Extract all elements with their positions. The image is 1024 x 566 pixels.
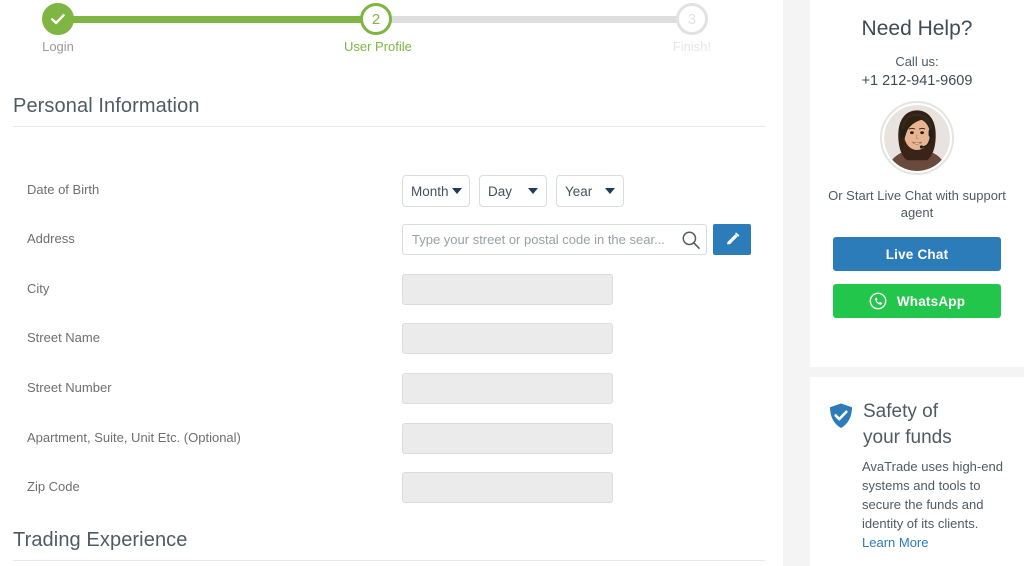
layout-gutter <box>783 0 810 566</box>
whatsapp-button-label: WhatsApp <box>896 293 966 309</box>
section-divider <box>13 560 765 561</box>
date-of-birth-label: Date of Birth <box>27 182 100 197</box>
safety-title: Safety of your funds <box>863 399 952 451</box>
section-personal-information: Personal Information <box>13 95 765 127</box>
stepper-track-completed <box>58 16 376 23</box>
month-select-value: Month <box>411 183 449 199</box>
stepper-step-login-label: Login <box>42 39 74 54</box>
form-row-city: City <box>0 274 783 305</box>
avatar <box>880 101 954 175</box>
page-title: Personal Information <box>13 95 200 117</box>
support-agent-photo <box>884 105 950 171</box>
live-chat-prompt: Or Start Live Chat with support agent <box>828 188 1006 220</box>
signup-page: Login 2 User Profile 3 Finish! Personal … <box>0 0 1024 566</box>
form-row-street-name: Street Name <box>0 323 783 354</box>
chevron-down-icon <box>605 188 615 194</box>
apartment-label: Apartment, Suite, Unit Etc. (Optional) <box>27 430 241 445</box>
stepper-step-finish-bubble: 3 <box>676 3 708 35</box>
sidebar: Need Help? Call us: +1 212-941-9609 Or S… <box>810 0 1024 566</box>
address-search-placeholder: Type your street or postal code in the s… <box>412 232 665 247</box>
safety-title-line1: Safety of <box>863 401 938 422</box>
check-icon <box>51 14 65 25</box>
apartment-controls <box>402 423 613 454</box>
form-row-street-number: Street Number <box>0 373 783 404</box>
zip-code-label: Zip Code <box>27 479 80 494</box>
stepper-step-user-profile-bubble: 2 <box>360 3 392 35</box>
safety-header: Safety of your funds <box>810 377 1024 451</box>
main-content: Login 2 User Profile 3 Finish! Personal … <box>0 0 783 566</box>
chevron-down-icon <box>528 188 538 194</box>
street-number-controls <box>402 373 613 404</box>
address-label: Address <box>27 231 75 246</box>
trading-experience-title: Trading Experience <box>13 529 188 551</box>
support-phone-number[interactable]: +1 212-941-9609 <box>810 73 1024 89</box>
safety-title-line2: your funds <box>863 427 952 448</box>
stepper-step-login-bubble <box>42 3 74 35</box>
form-row-apartment: Apartment, Suite, Unit Etc. (Optional) <box>0 423 783 454</box>
need-help-title: Need Help? <box>861 17 973 40</box>
zip-code-controls <box>402 472 613 503</box>
street-number-label: Street Number <box>27 380 112 395</box>
apartment-input[interactable] <box>402 423 613 454</box>
search-icon[interactable] <box>681 230 701 255</box>
address-controls: Type your street or postal code in the s… <box>402 224 751 255</box>
live-chat-button-label: Live Chat <box>885 246 949 262</box>
street-name-label: Street Name <box>27 330 100 345</box>
section-divider <box>13 126 765 127</box>
form-row-date-of-birth: Date of Birth Month Day Year <box>0 175 783 207</box>
city-controls <box>402 274 613 305</box>
progress-stepper: Login 2 User Profile 3 Finish! <box>0 0 783 62</box>
learn-more-link[interactable]: Learn More <box>862 535 928 550</box>
whatsapp-icon <box>869 292 887 310</box>
year-select-value: Year <box>565 183 593 199</box>
stepper-step-finish-label: Finish! <box>672 39 712 54</box>
city-input[interactable] <box>402 274 613 305</box>
stepper-step-user-profile[interactable]: 2 User Profile <box>344 0 412 54</box>
safety-body-text: AvaTrade uses high-end systems and tools… <box>862 459 1003 531</box>
stepper-step-user-profile-label: User Profile <box>344 39 412 54</box>
address-search-input[interactable]: Type your street or postal code in the s… <box>402 224 707 255</box>
street-name-input[interactable] <box>402 323 613 354</box>
date-of-birth-controls: Month Day Year <box>402 175 624 207</box>
stepper-track-remaining <box>376 16 692 23</box>
shield-check-icon <box>830 403 852 428</box>
live-chat-button[interactable]: Live Chat <box>833 237 1001 271</box>
street-number-input[interactable] <box>402 373 613 404</box>
month-select[interactable]: Month <box>402 175 470 207</box>
form-row-zip-code: Zip Code <box>0 472 783 503</box>
call-us-label: Call us: <box>895 54 939 69</box>
whatsapp-button[interactable]: WhatsApp <box>833 284 1001 318</box>
pencil-icon <box>726 232 739 245</box>
year-select[interactable]: Year <box>556 175 624 207</box>
safety-link-wrap: Learn More <box>810 533 1024 552</box>
street-name-controls <box>402 323 613 354</box>
day-select[interactable]: Day <box>479 175 547 207</box>
stepper-step-login[interactable]: Login <box>26 0 90 54</box>
form-row-address: Address Type your street or postal code … <box>0 224 783 255</box>
day-select-value: Day <box>488 183 513 199</box>
need-help-card: Need Help? Call us: +1 212-941-9609 Or S… <box>810 0 1024 367</box>
section-trading-experience: Trading Experience <box>13 529 765 561</box>
address-edit-button[interactable] <box>713 224 751 255</box>
safety-of-funds-card: Safety of your funds AvaTrade uses high-… <box>810 377 1024 566</box>
city-label: City <box>27 281 50 296</box>
zip-code-input[interactable] <box>402 472 613 503</box>
stepper-step-finish[interactable]: 3 Finish! <box>660 0 724 54</box>
chevron-down-icon <box>451 188 462 194</box>
